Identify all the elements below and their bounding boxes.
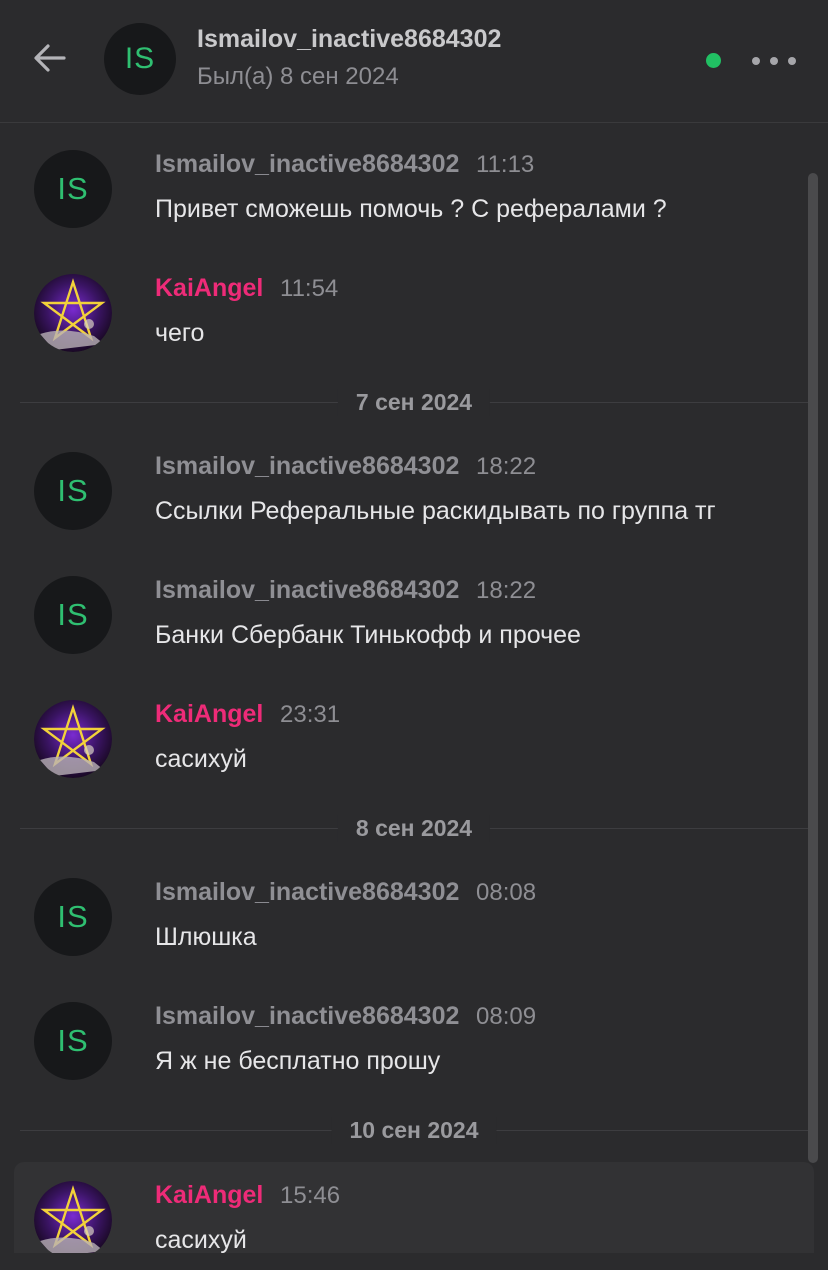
message-time: 08:08 (476, 879, 537, 906)
author-avatar[interactable]: IS (34, 1002, 112, 1080)
message-text: Ссылки Реферальные раскидывать по группа… (155, 497, 716, 525)
author-avatar[interactable] (34, 700, 112, 778)
back-button[interactable] (28, 36, 72, 80)
author-name[interactable]: Ismailov_inactive8684302 (155, 878, 459, 907)
message-time: 08:09 (476, 1003, 537, 1030)
author-name[interactable]: KaiAngel (155, 1181, 263, 1210)
more-options-button[interactable] (752, 44, 796, 78)
pentagram-avatar-image (34, 1181, 112, 1253)
date-divider: 7 сен 2024 (337, 389, 491, 416)
message-text: сасихуй (155, 745, 247, 773)
pentagram-avatar-image (34, 274, 112, 352)
author-name[interactable]: Ismailov_inactive8684302 (155, 1002, 459, 1031)
author-name[interactable]: Ismailov_inactive8684302 (155, 452, 459, 481)
scrollbar[interactable] (808, 173, 818, 1163)
author-avatar[interactable]: IS (34, 150, 112, 228)
author-name[interactable]: Ismailov_inactive8684302 (155, 576, 459, 605)
message-time: 11:54 (280, 275, 339, 302)
message-text: Я ж не бесплатно прошу (155, 1047, 441, 1075)
more-dot (770, 57, 778, 65)
message-text: чего (155, 319, 205, 347)
header-status: Был(а) 8 сен 2024 (197, 63, 399, 90)
author-avatar[interactable]: IS (34, 576, 112, 654)
message-time: 15:46 (280, 1182, 341, 1209)
header-avatar[interactable]: IS (104, 23, 176, 95)
message-text: сасихуй (155, 1226, 247, 1253)
message-text: Банки Сбербанк Тинькофф и прочее (155, 621, 581, 649)
more-horizontal-icon (752, 57, 760, 65)
author-name[interactable]: Ismailov_inactive8684302 (155, 150, 459, 179)
more-dot (788, 57, 796, 65)
message-time: 23:31 (280, 701, 341, 728)
message-time: 18:22 (476, 453, 537, 480)
author-avatar[interactable]: IS (34, 878, 112, 956)
author-avatar[interactable] (34, 274, 112, 352)
author-avatar[interactable] (34, 1181, 112, 1253)
author-name[interactable]: KaiAngel (155, 700, 263, 729)
hovered-message-bg (14, 1162, 814, 1253)
chat-header: IS Ismailov_inactive8684302 Был(а) 8 сен… (0, 0, 828, 123)
pentagram-avatar-image (34, 700, 112, 778)
message-text: Привет сможешь помочь ? С рефералами ? (155, 195, 667, 223)
header-title: Ismailov_inactive8684302 (197, 25, 502, 53)
author-avatar[interactable]: IS (34, 452, 112, 530)
message-feed[interactable]: IS Ismailov_inactive8684302 11:13 Привет… (0, 123, 828, 1253)
message-text: Шлюшка (155, 923, 257, 951)
date-divider: 8 сен 2024 (337, 815, 491, 842)
arrow-left-icon (34, 44, 66, 72)
online-indicator (706, 53, 721, 68)
message-time: 18:22 (476, 577, 537, 604)
author-name[interactable]: KaiAngel (155, 274, 263, 303)
date-divider: 10 сен 2024 (331, 1117, 497, 1144)
message-time: 11:13 (476, 151, 535, 178)
